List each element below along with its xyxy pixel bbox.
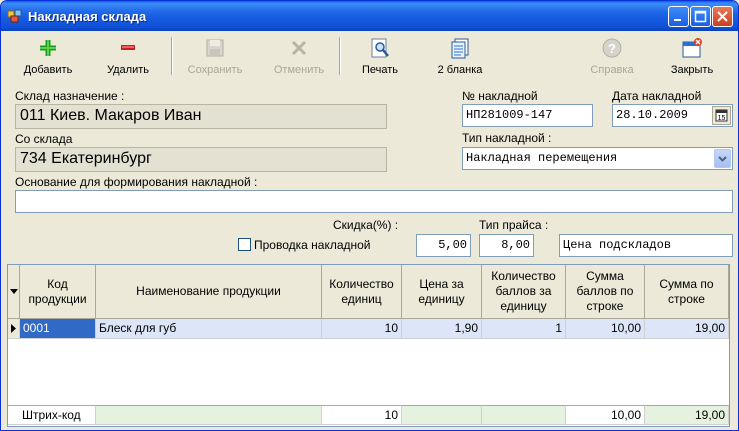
current-row-arrow-icon [11, 324, 16, 333]
print-button[interactable]: Печать [351, 35, 409, 79]
invoice-window: Накладная склада Добавить Удалить Сохран… [0, 0, 739, 431]
sort-down-icon [9, 288, 18, 294]
svg-text:15: 15 [718, 115, 726, 122]
cross-icon [291, 40, 307, 56]
price-type-label: Тип прайса : [479, 218, 549, 232]
dest-warehouse-field[interactable]: 011 Киев. Макаров Иван [15, 104, 387, 129]
save-button[interactable]: Сохранить [179, 35, 251, 79]
add-button[interactable]: Добавить [15, 35, 81, 79]
table-cell-price[interactable]: 1,90 [402, 319, 482, 339]
table-cell-points[interactable]: 1 [482, 319, 566, 339]
table-cell-code[interactable]: 0001 [20, 319, 96, 339]
app-icon [7, 9, 22, 23]
close-window-button[interactable] [712, 6, 733, 27]
print-preview-icon [371, 38, 389, 58]
toolbar-separator [171, 37, 173, 75]
minimize-button[interactable] [668, 6, 689, 27]
invoice-date-label: Дата накладной [612, 89, 702, 103]
column-header[interactable]: Сумма баллов по строке [566, 265, 645, 319]
footer-qty-total: 10 [322, 405, 402, 425]
close-icon [717, 11, 728, 22]
title-bar[interactable]: Накладная склада [1, 1, 738, 31]
close-window-icon [682, 38, 702, 58]
column-header[interactable]: Код продукции [20, 265, 96, 319]
table-cell-points-sum[interactable]: 10,00 [566, 319, 645, 339]
basis-field[interactable] [15, 190, 733, 213]
table-cell-qty[interactable]: 10 [322, 319, 402, 339]
two-forms-button[interactable]: 2 бланка [429, 35, 491, 79]
price-type-name-field[interactable]: Цена подскладов [559, 234, 733, 257]
plus-icon [40, 40, 56, 56]
maximize-icon [694, 10, 707, 23]
table-cell-name[interactable]: Блеск для губ [96, 319, 322, 339]
minus-icon [121, 45, 135, 50]
from-warehouse-label: Со склада [15, 132, 73, 146]
cancel-button[interactable]: Отменить [263, 35, 335, 79]
discount-field[interactable]: 5,00 [416, 234, 471, 257]
products-grid: Код продукции Наименование продукции Кол… [7, 264, 730, 427]
table-cell-sum[interactable]: 19,00 [645, 319, 729, 339]
maximize-button[interactable] [690, 6, 711, 27]
row-indicator[interactable] [8, 319, 20, 339]
column-header[interactable]: Количество баллов за единицу [482, 265, 566, 319]
invoice-type-select[interactable]: Накладная перемещения [462, 147, 733, 170]
help-button[interactable]: ? Справка [581, 35, 643, 79]
calendar-button[interactable]: 15 [712, 106, 731, 125]
footer-cell [96, 405, 322, 425]
close-button[interactable]: Закрыть [661, 35, 723, 79]
dest-warehouse-label: Склад назначение : [15, 89, 125, 103]
invoice-no-label: № накладной [462, 89, 538, 103]
invoice-date-field[interactable]: 28.10.2009 15 [612, 104, 733, 127]
row-selector-header[interactable] [8, 265, 20, 319]
delete-button[interactable]: Удалить [97, 35, 159, 79]
toolbar: Добавить Удалить Сохранить Отменить Печа… [5, 33, 736, 79]
from-warehouse-field[interactable]: 734 Екатеринбург [15, 147, 387, 172]
help-icon: ? [602, 38, 622, 58]
footer-cell [402, 405, 482, 425]
minimize-icon [674, 19, 681, 21]
footer-cell [482, 405, 566, 425]
invoice-type-label: Тип накладной : [462, 131, 552, 145]
invoice-no-field[interactable]: НП281009-147 [462, 104, 593, 127]
chevron-down-icon [718, 156, 727, 162]
discount-label: Скидка(%) : [333, 218, 399, 232]
footer-points-sum-total: 10,00 [566, 405, 645, 425]
floppy-disk-icon [206, 39, 224, 57]
posting-checkbox[interactable] [238, 238, 251, 251]
column-header[interactable]: Наименование продукции [96, 265, 322, 319]
invoice-date-value: 28.10.2009 [616, 108, 689, 122]
invoice-type-value: Накладная перемещения [466, 151, 618, 165]
basis-label: Основание для формирования накладной : [15, 175, 258, 189]
column-header[interactable]: Количество единиц [322, 265, 402, 319]
footer-sum-total: 19,00 [645, 405, 729, 425]
toolbar-separator [339, 37, 341, 75]
column-header[interactable]: Сумма по строке [645, 265, 729, 319]
invoice-type-dropdown-button[interactable] [714, 149, 731, 168]
footer-barcode-label: Штрих-код [8, 405, 96, 425]
price-type-field[interactable]: 8,00 [479, 234, 534, 257]
window-title: Накладная склада [28, 9, 147, 24]
posting-label: Проводка накладной [254, 238, 371, 252]
svg-text:?: ? [608, 41, 616, 56]
two-documents-icon [451, 38, 469, 59]
calendar-icon: 15 [715, 109, 728, 122]
column-header[interactable]: Цена за единицу [402, 265, 482, 319]
